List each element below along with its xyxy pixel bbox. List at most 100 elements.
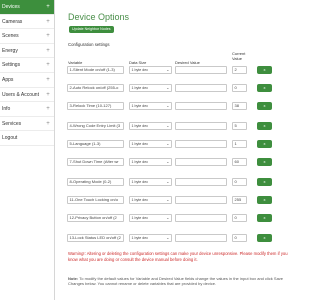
- expand-plus-icon[interactable]: +: [44, 15, 52, 29]
- sidebar-item-scenes[interactable]: Scenes +: [0, 29, 54, 44]
- data-size-select[interactable]: 1 byte dec ⌄: [129, 158, 172, 166]
- sidebar-item-logout[interactable]: Logout: [0, 131, 54, 146]
- delete-row-button[interactable]: x: [257, 140, 272, 148]
- current-value-field: 2: [232, 66, 247, 74]
- delete-row-button[interactable]: x: [257, 122, 272, 130]
- current-value-field: 38: [232, 102, 247, 110]
- variable-field[interactable]: 7-Shut Down Time (After wr: [67, 158, 124, 166]
- desired-value-input[interactable]: [175, 234, 227, 242]
- current-value-field: 0: [232, 84, 247, 92]
- data-size-value: 1 byte dec: [131, 86, 149, 90]
- update-neighbor-nodes-button[interactable]: Update Neighbor Nodes: [69, 26, 114, 33]
- table-row: 11-One Touch Locking on/o 1 byte dec ⌄ 25…: [67, 196, 297, 205]
- sidebar-item-label: Logout: [2, 135, 18, 142]
- current-value-field: 1: [232, 140, 247, 148]
- data-size-select[interactable]: 1 byte dec ⌄: [129, 196, 172, 204]
- variable-field[interactable]: 2-Auto Relock on/off (255-o: [67, 84, 124, 92]
- sidebar-item-apps[interactable]: Apps +: [0, 73, 54, 88]
- data-size-select[interactable]: 1 byte dec ⌄: [129, 178, 172, 186]
- variable-field[interactable]: 11-One Touch Locking on/o: [67, 196, 124, 204]
- current-value-field: 255: [232, 196, 247, 204]
- sidebar-item-label: Cameras: [2, 18, 23, 25]
- data-size-value: 1 byte dec: [131, 104, 149, 108]
- variable-field[interactable]: 8-Operating Mode (0-2): [67, 178, 124, 186]
- variable-field[interactable]: 1-Silent Mode on/off (1-3): [67, 66, 124, 74]
- main-content: Device Options Update Neighbor Nodes Con…: [62, 0, 300, 300]
- note-text: To modify the default values for Variabl…: [68, 276, 284, 287]
- desired-value-input[interactable]: [175, 140, 227, 148]
- chevron-down-icon: ⌄: [166, 103, 170, 108]
- column-header-variable: Variable: [68, 60, 83, 65]
- delete-row-button[interactable]: x: [257, 84, 272, 92]
- chevron-down-icon: ⌄: [166, 197, 170, 202]
- expand-plus-icon[interactable]: +: [44, 44, 52, 58]
- sidebar-item-label: Apps: [2, 76, 14, 83]
- delete-row-button[interactable]: x: [257, 196, 272, 204]
- desired-value-input[interactable]: [175, 122, 227, 130]
- delete-row-button[interactable]: x: [257, 66, 272, 74]
- sidebar-item-info[interactable]: Info +: [0, 102, 54, 117]
- desired-value-input[interactable]: [175, 66, 227, 74]
- column-header-desired-value: Desired Value: [175, 60, 200, 65]
- chevron-down-icon: ⌄: [166, 159, 170, 164]
- variable-field[interactable]: 4-Wrong Code Entry Limit (3: [67, 122, 124, 130]
- sidebar-item-services[interactable]: Services +: [0, 117, 54, 132]
- data-size-value: 1 byte dec: [131, 236, 149, 240]
- variable-field[interactable]: 13-Lock Status LED on/off (2: [67, 234, 124, 242]
- sidebar-item-label: Settings: [2, 62, 21, 69]
- variable-field[interactable]: 3-Relock Time (10-127): [67, 102, 124, 110]
- variable-field[interactable]: 12-Privacy Button on/off (2: [67, 214, 124, 222]
- delete-row-button[interactable]: x: [257, 102, 272, 110]
- data-size-select[interactable]: 1 byte dec ⌄: [129, 214, 172, 222]
- expand-plus-icon[interactable]: +: [44, 29, 52, 43]
- sidebar-item-settings[interactable]: Settings +: [0, 58, 54, 73]
- delete-row-button[interactable]: x: [257, 234, 272, 242]
- data-size-select[interactable]: 1 byte dec ⌄: [129, 234, 172, 242]
- current-value-field: 60: [232, 158, 247, 166]
- sidebar-item-cameras[interactable]: Cameras +: [0, 15, 54, 30]
- delete-row-button[interactable]: x: [257, 214, 272, 222]
- sidebar-item-label: Services: [2, 120, 22, 127]
- sidebar: Devices + Cameras + Scenes + Energy + Se…: [0, 0, 55, 300]
- note-label: Note:: [68, 276, 79, 281]
- delete-row-button[interactable]: x: [257, 158, 272, 166]
- expand-plus-icon[interactable]: +: [44, 73, 52, 87]
- delete-row-button[interactable]: x: [257, 178, 272, 186]
- desired-value-input[interactable]: [175, 214, 227, 222]
- data-size-select[interactable]: 1 byte dec ⌄: [129, 122, 172, 130]
- data-size-value: 1 byte dec: [131, 124, 149, 128]
- expand-plus-icon[interactable]: +: [44, 58, 52, 72]
- data-size-select[interactable]: 1 byte dec ⌄: [129, 66, 172, 74]
- page-title: Device Options: [68, 12, 130, 22]
- column-header-current-value: Current Value: [232, 51, 245, 61]
- data-size-select[interactable]: 1 byte dec ⌄: [129, 84, 172, 92]
- sidebar-item-label: Energy: [2, 47, 18, 54]
- chevron-down-icon: ⌄: [166, 85, 170, 90]
- table-row: 4-Wrong Code Entry Limit (3 1 byte dec ⌄ …: [67, 122, 297, 131]
- table-row: 13-Lock Status LED on/off (2 1 byte dec ⌄…: [67, 234, 297, 243]
- sidebar-item-users-account[interactable]: Users & Account +: [0, 88, 54, 103]
- desired-value-input[interactable]: [175, 196, 227, 204]
- sidebar-item-devices[interactable]: Devices +: [0, 0, 54, 15]
- current-value-field: 0: [232, 178, 247, 186]
- section-title: Configuration settings: [68, 42, 110, 47]
- current-value-field: 5: [232, 122, 247, 130]
- data-size-select[interactable]: 1 byte dec ⌄: [129, 140, 172, 148]
- table-row: 7-Shut Down Time (After wr 1 byte dec ⌄ 6…: [67, 158, 297, 167]
- expand-plus-icon[interactable]: +: [44, 102, 52, 116]
- desired-value-input[interactable]: [175, 158, 227, 166]
- chevron-down-icon: ⌄: [166, 123, 170, 128]
- data-size-select[interactable]: 1 byte dec ⌄: [129, 102, 172, 110]
- desired-value-input[interactable]: [175, 84, 227, 92]
- chevron-down-icon: ⌄: [166, 235, 170, 240]
- variable-field[interactable]: 5-Language (1-3): [67, 140, 124, 148]
- current-value-field: 0: [232, 234, 247, 242]
- desired-value-input[interactable]: [175, 178, 227, 186]
- desired-value-input[interactable]: [175, 102, 227, 110]
- sidebar-item-label: Users & Account: [2, 91, 39, 98]
- table-row: 5-Language (1-3) 1 byte dec ⌄ 1 x: [67, 140, 297, 149]
- sidebar-item-energy[interactable]: Energy +: [0, 44, 54, 59]
- expand-plus-icon[interactable]: +: [44, 0, 52, 14]
- expand-plus-icon[interactable]: +: [44, 117, 52, 131]
- expand-plus-icon[interactable]: +: [44, 88, 52, 102]
